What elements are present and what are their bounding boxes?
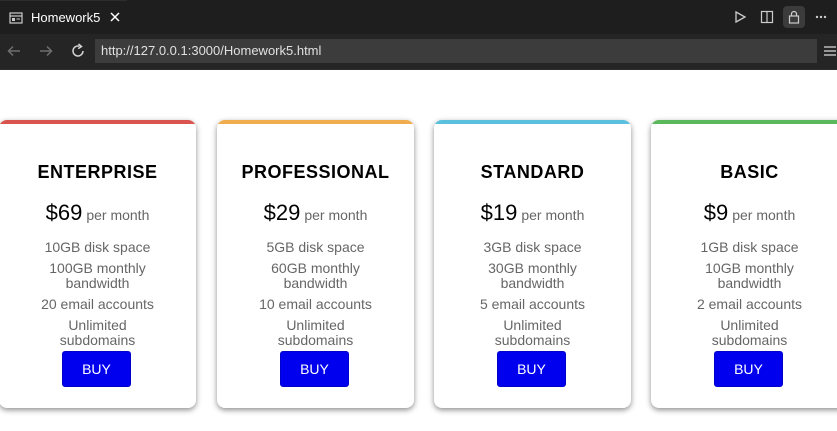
feature-item: 5 email accounts xyxy=(479,296,586,312)
tab-title: Homework5 xyxy=(31,10,101,25)
plan-name: BASIC xyxy=(720,162,779,182)
tab-actions xyxy=(729,0,837,34)
split-editor-icon[interactable] xyxy=(756,6,778,28)
plan-price: $69 xyxy=(45,200,83,225)
price-line: $69 per month xyxy=(0,200,196,226)
price-line: $9 per month xyxy=(651,200,837,226)
feature-item: Unlimited subdomains xyxy=(277,317,354,348)
menu-icon[interactable] xyxy=(824,43,836,59)
feature-item: 5GB disk space xyxy=(266,239,365,255)
feature-item: 10 email accounts xyxy=(259,296,372,312)
feature-list: 3GB disk space 30GB monthly bandwidth 5 … xyxy=(434,240,631,354)
page-content: ENTERPRISE $69 per month 10GB disk space … xyxy=(0,70,837,431)
price-period: per month xyxy=(732,207,796,223)
feature-item: Unlimited subdomains xyxy=(711,317,788,348)
card-accent-bar xyxy=(651,120,837,124)
pricing-card-basic: BASIC $9 per month 1GB disk space 10GB mo… xyxy=(651,120,837,408)
plan-price: $29 xyxy=(263,200,301,225)
plan-name: PROFESSIONAL xyxy=(241,162,390,182)
feature-item: 1GB disk space xyxy=(700,239,799,255)
feature-item: 20 email accounts xyxy=(41,296,154,312)
price-line: $29 per month xyxy=(217,200,414,226)
price-period: per month xyxy=(521,207,585,223)
card-accent-bar xyxy=(0,120,196,124)
reload-icon[interactable] xyxy=(68,41,88,61)
price-period: per month xyxy=(304,207,368,223)
price-line: $19 per month xyxy=(434,200,631,226)
plan-name: STANDARD xyxy=(480,162,585,182)
card-accent-bar xyxy=(434,120,631,124)
forward-arrow-icon[interactable] xyxy=(36,41,56,61)
feature-item: 2 email accounts xyxy=(696,296,803,312)
price-period: per month xyxy=(86,207,150,223)
card-accent-bar xyxy=(217,120,414,124)
buy-button[interactable]: BUY xyxy=(497,351,566,387)
feature-list: 1GB disk space 10GB monthly bandwidth 2 … xyxy=(651,240,837,354)
lock-icon[interactable] xyxy=(783,6,805,28)
play-icon[interactable] xyxy=(729,6,751,28)
navigation-bar xyxy=(0,34,837,70)
more-icon[interactable] xyxy=(810,6,832,28)
buy-button[interactable]: BUY xyxy=(62,351,131,387)
browser-tab-icon xyxy=(9,11,23,25)
feature-list: 10GB disk space 100GB monthly bandwidth … xyxy=(0,240,196,354)
url-input[interactable] xyxy=(95,39,817,63)
buy-button[interactable]: BUY xyxy=(280,351,349,387)
feature-item: 10GB disk space xyxy=(44,239,151,255)
pricing-card-enterprise: ENTERPRISE $69 per month 10GB disk space … xyxy=(0,120,196,408)
plan-price: $9 xyxy=(703,200,729,225)
tab-bar: Homework5 xyxy=(0,0,837,34)
feature-item: 30GB monthly bandwidth xyxy=(488,260,577,291)
feature-item: 100GB monthly bandwidth xyxy=(49,260,146,291)
feature-item: Unlimited subdomains xyxy=(59,317,136,348)
feature-item: Unlimited subdomains xyxy=(494,317,571,348)
feature-item: 10GB monthly bandwidth xyxy=(705,260,794,291)
tab-homework5[interactable]: Homework5 xyxy=(0,0,127,34)
plan-name: ENTERPRISE xyxy=(37,162,158,182)
plan-price: $19 xyxy=(480,200,518,225)
buy-button[interactable]: BUY xyxy=(714,351,783,387)
feature-item: 3GB disk space xyxy=(483,239,582,255)
close-icon[interactable] xyxy=(108,10,122,24)
pricing-card-standard: STANDARD $19 per month 3GB disk space 30G… xyxy=(434,120,631,408)
feature-list: 5GB disk space 60GB monthly bandwidth 10… xyxy=(217,240,414,354)
feature-item: 60GB monthly bandwidth xyxy=(271,260,360,291)
pricing-card-professional: PROFESSIONAL $29 per month 5GB disk space… xyxy=(217,120,414,408)
back-arrow-icon[interactable] xyxy=(4,41,24,61)
